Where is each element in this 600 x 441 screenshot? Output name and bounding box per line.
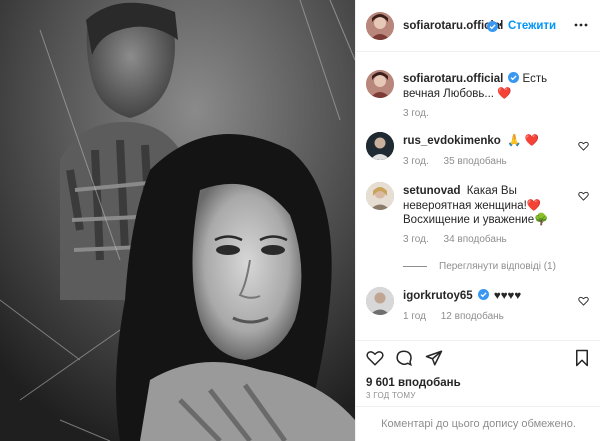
post-time[interactable]: 3 ГОД ТОМУ bbox=[366, 391, 416, 400]
view-replies-label[interactable]: Переглянути відповіді (1) bbox=[439, 261, 556, 272]
comment-text-block: rus_evdokimenko 🙏 ❤️ bbox=[403, 134, 573, 149]
comment-icon[interactable] bbox=[395, 349, 413, 367]
comment-text-block: setunovad Какая Вы невероятная женщина!❤… bbox=[403, 184, 573, 228]
comment-username[interactable]: setunovad bbox=[403, 185, 461, 197]
comment-like-icon[interactable] bbox=[578, 141, 589, 151]
comment-text: 🙏 ❤️ bbox=[507, 135, 539, 147]
comment-time[interactable]: 3 год. bbox=[403, 234, 429, 245]
comment-time[interactable]: 1 год bbox=[403, 311, 426, 322]
comment-username[interactable]: igorkrutoy65 bbox=[403, 290, 473, 302]
likes-count[interactable]: 9 601 вподобань bbox=[366, 377, 461, 389]
post-panel: sofiarotaru.official • Стежити sofiarota… bbox=[355, 0, 600, 441]
comment-likes[interactable]: 35 вподобань bbox=[444, 156, 507, 167]
caption-meta: 3 год. bbox=[403, 108, 441, 119]
verified-icon bbox=[487, 21, 498, 32]
comment-meta: 3 год. 35 вподобань bbox=[403, 156, 519, 167]
heart-icon[interactable] bbox=[366, 349, 384, 367]
share-icon[interactable] bbox=[425, 349, 443, 367]
comment-like-icon[interactable] bbox=[578, 296, 589, 306]
follow-button[interactable]: Стежити bbox=[508, 20, 556, 32]
comment-text-block: igorkrutoy65 ♥♥♥♥ bbox=[403, 289, 573, 304]
bookmark-icon[interactable] bbox=[573, 349, 591, 367]
comments-disabled-notice: Коментарі до цього допису обмежено. bbox=[356, 406, 600, 441]
more-icon[interactable] bbox=[573, 18, 589, 32]
comment-like-icon[interactable] bbox=[578, 191, 589, 201]
caption-username[interactable]: sofiarotaru.official bbox=[403, 73, 503, 85]
post-photo[interactable] bbox=[0, 0, 355, 441]
comment-time[interactable]: 3 год. bbox=[403, 156, 429, 167]
commenter-avatar[interactable] bbox=[366, 132, 394, 160]
comment-text: ♥♥♥♥ bbox=[493, 290, 522, 302]
post-header: sofiarotaru.official • Стежити bbox=[356, 0, 600, 52]
action-bar bbox=[356, 340, 600, 370]
view-replies[interactable]: Переглянути відповіді (1) bbox=[403, 261, 556, 272]
separator-dot: • bbox=[499, 19, 503, 31]
verified-icon bbox=[508, 72, 520, 83]
comments-list[interactable]: sofiarotaru.official Есть вечная Любовь.… bbox=[356, 52, 600, 340]
commenter-avatar[interactable] bbox=[366, 287, 394, 315]
author-avatar[interactable] bbox=[366, 12, 394, 40]
comment-username[interactable]: rus_evdokimenko bbox=[403, 135, 501, 147]
comment-meta: 1 год 12 вподобань bbox=[403, 311, 516, 322]
comment-likes[interactable]: 34 вподобань bbox=[444, 234, 507, 245]
caption-avatar[interactable] bbox=[366, 70, 394, 98]
replies-divider bbox=[403, 265, 427, 267]
caption-text-block: sofiarotaru.official Есть вечная Любовь.… bbox=[403, 72, 573, 101]
verified-icon bbox=[477, 289, 489, 300]
comment-meta: 3 год. 34 вподобань bbox=[403, 234, 519, 245]
commenter-avatar[interactable] bbox=[366, 182, 394, 210]
caption-time[interactable]: 3 год. bbox=[403, 108, 429, 119]
caption-emoji: ❤️ bbox=[497, 87, 512, 100]
photo-image bbox=[0, 0, 355, 441]
comment-likes[interactable]: 12 вподобань bbox=[441, 311, 504, 322]
